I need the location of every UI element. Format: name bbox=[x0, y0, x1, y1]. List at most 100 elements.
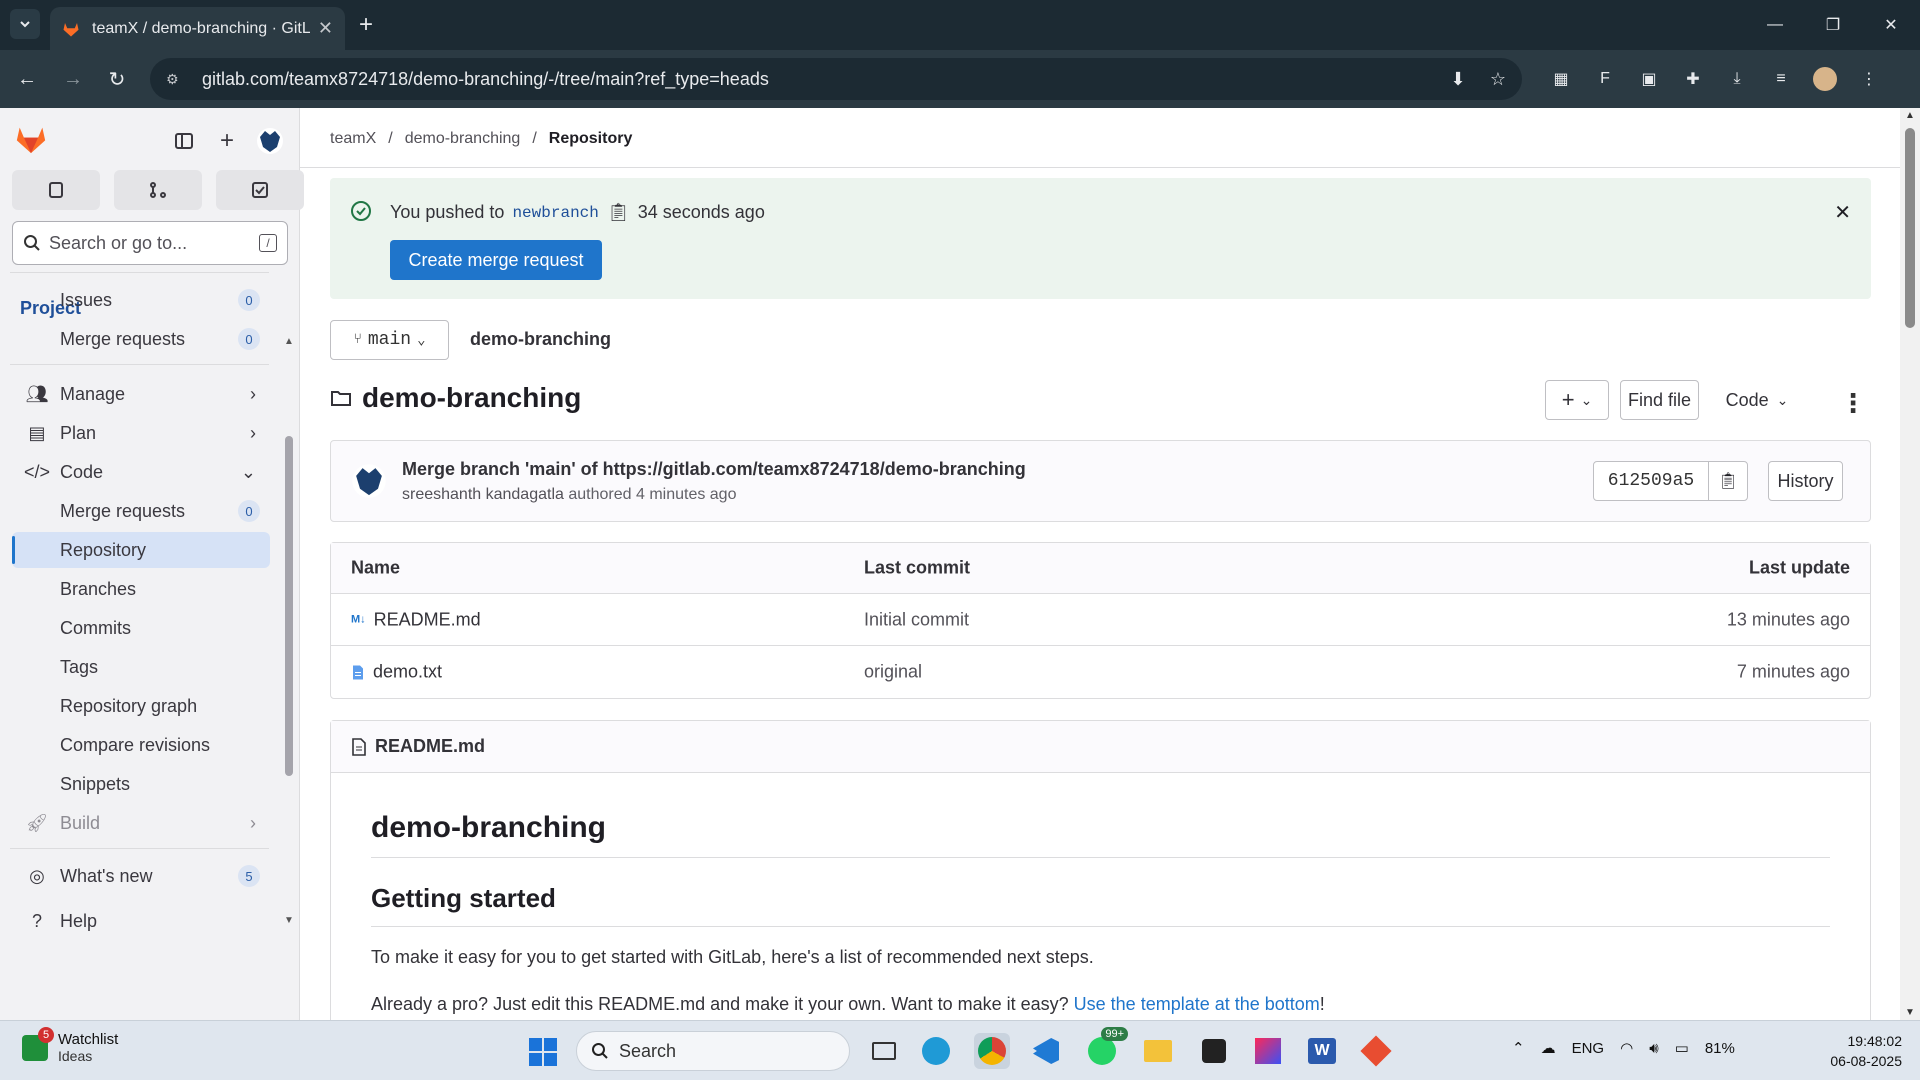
alert-branch[interactable]: newbranch bbox=[512, 204, 598, 222]
app-cube-icon[interactable] bbox=[1196, 1033, 1232, 1069]
forward-button[interactable]: → bbox=[58, 64, 88, 94]
extension-icon[interactable]: ▦ bbox=[1546, 64, 1576, 94]
file-name[interactable]: demo.txt bbox=[373, 662, 442, 683]
user-avatar[interactable] bbox=[254, 125, 286, 157]
copy-branch-icon[interactable]: 📋︎ bbox=[607, 202, 630, 223]
sidebar-item-compare-revisions[interactable]: Compare revisions bbox=[12, 727, 270, 763]
sidebar-item-issues[interactable]: Issues 0 bbox=[12, 282, 270, 318]
wifi-icon[interactable]: ◠ bbox=[1620, 1039, 1633, 1057]
file-tree-table: Name Last commit Last update M↓ README.md… bbox=[330, 542, 1871, 699]
site-info-icon[interactable]: ⚙ bbox=[166, 71, 188, 88]
close-tab-icon[interactable]: ✕ bbox=[318, 18, 333, 39]
project-path-link[interactable]: demo-branching bbox=[470, 329, 611, 350]
more-actions-icon[interactable]: ⋮ bbox=[1840, 388, 1866, 419]
install-app-icon[interactable]: ⬇ bbox=[1446, 69, 1470, 90]
create-merge-request-button[interactable]: Create merge request bbox=[390, 240, 602, 280]
sidebar-item-plan[interactable]: ▤ Plan › bbox=[12, 415, 270, 451]
onedrive-icon[interactable]: ☁ bbox=[1541, 1039, 1556, 1057]
todo-shortcut-button[interactable] bbox=[216, 170, 304, 210]
tray-expand-icon[interactable]: ⌃ bbox=[1512, 1039, 1525, 1057]
minimize-button[interactable]: — bbox=[1746, 0, 1804, 50]
help-link[interactable]: ? Help bbox=[12, 903, 270, 939]
extension-f-icon[interactable]: F bbox=[1590, 64, 1620, 94]
media-control-icon[interactable]: ≡ bbox=[1766, 64, 1796, 94]
gitlab-logo-icon[interactable] bbox=[14, 122, 48, 156]
taskbar-search[interactable]: Search bbox=[576, 1031, 850, 1071]
readme-filename[interactable]: README.md bbox=[375, 736, 485, 757]
windows-start-icon[interactable] bbox=[528, 1037, 558, 1067]
sidebar-item-snippets[interactable]: Snippets bbox=[12, 766, 270, 802]
sidebar-item-tags[interactable]: Tags bbox=[12, 649, 270, 685]
chevron-down-icon bbox=[20, 21, 30, 28]
sidebar-item-manage[interactable]: 👥︎ Manage › bbox=[12, 376, 270, 412]
history-button[interactable]: History bbox=[1768, 461, 1843, 501]
sidebar-item-code-merge-requests[interactable]: Merge requests 0 bbox=[12, 493, 270, 529]
commit-author[interactable]: sreeshanth kandagatla bbox=[402, 486, 564, 503]
issues-shortcut-button[interactable] bbox=[12, 170, 100, 210]
find-file-button[interactable]: Find file bbox=[1620, 380, 1699, 420]
maximize-button[interactable]: ❐ bbox=[1804, 0, 1862, 50]
whatsapp-icon[interactable]: 99+ bbox=[1084, 1027, 1128, 1069]
back-button[interactable]: ← bbox=[12, 64, 42, 94]
branch-selector[interactable]: ⑂ main ⌄ bbox=[330, 320, 449, 360]
code-dropdown-button[interactable]: Code ⌄ bbox=[1709, 380, 1805, 420]
word-icon[interactable]: W bbox=[1304, 1033, 1340, 1069]
breadcrumb-group[interactable]: teamX bbox=[330, 130, 376, 148]
sidebar-item-commits[interactable]: Commits bbox=[12, 610, 270, 646]
add-file-dropdown[interactable]: + ⌄ bbox=[1545, 380, 1609, 420]
task-view-icon[interactable] bbox=[866, 1033, 902, 1069]
search-placeholder: Search or go to... bbox=[49, 232, 188, 253]
sidebar-item-repository[interactable]: Repository bbox=[12, 532, 270, 568]
clock[interactable]: 19:48:02 06-08-2025 bbox=[1830, 1031, 1902, 1071]
sidebar-scrollbar[interactable]: ▲ ▼ bbox=[282, 336, 296, 926]
edge-icon[interactable] bbox=[918, 1033, 954, 1069]
tab-search-button[interactable] bbox=[10, 9, 40, 39]
volume-icon[interactable]: 🔊︎ bbox=[1649, 1040, 1658, 1057]
merge-requests-shortcut-button[interactable] bbox=[114, 170, 202, 210]
scroll-down-icon[interactable]: ▼ bbox=[284, 915, 294, 926]
toggle-sidebar-icon[interactable] bbox=[168, 125, 200, 157]
whats-new-link[interactable]: ◎ What's new 5 bbox=[12, 858, 270, 894]
sidebar-item-code[interactable]: </> Code ⌄ bbox=[12, 454, 270, 490]
profile-avatar[interactable] bbox=[1810, 64, 1840, 94]
new-tab-button[interactable]: + bbox=[352, 11, 380, 39]
widgets-watchlist[interactable]: 5 Watchlist Ideas bbox=[22, 1026, 118, 1064]
check-circle-icon bbox=[351, 201, 371, 221]
address-bar[interactable]: ⚙ gitlab.com/teamx8724718/demo-branching… bbox=[150, 58, 1522, 100]
copy-sha-icon[interactable]: 📋︎ bbox=[1708, 461, 1748, 501]
vscode-icon[interactable] bbox=[1028, 1033, 1064, 1069]
search-input[interactable]: Search or go to... / bbox=[12, 221, 288, 265]
file-last-commit[interactable]: Initial commit bbox=[864, 609, 969, 630]
extension-cast-icon[interactable]: ▣ bbox=[1634, 64, 1664, 94]
bookmark-star-icon[interactable]: ☆ bbox=[1486, 69, 1510, 90]
sidebar-item-merge-requests[interactable]: Merge requests 0 bbox=[12, 321, 270, 357]
browser-menu-icon[interactable]: ⋮ bbox=[1854, 64, 1884, 94]
file-name[interactable]: README.md bbox=[374, 609, 481, 630]
commit-sha[interactable]: 612509a5 bbox=[1593, 461, 1709, 501]
scroll-up-icon[interactable]: ▲ bbox=[284, 336, 294, 347]
breadcrumb-project[interactable]: demo-branching bbox=[405, 130, 521, 148]
close-icon[interactable]: ✕ bbox=[1834, 200, 1851, 225]
file-last-commit[interactable]: original bbox=[864, 662, 922, 683]
reload-button[interactable]: ↻ bbox=[102, 64, 132, 94]
page-scrollbar[interactable]: ▲ ▼ bbox=[1900, 108, 1920, 1020]
push-alert: You pushed to newbranch 📋︎ 34 seconds ag… bbox=[330, 178, 1871, 299]
extensions-puzzle-icon[interactable]: ✚ bbox=[1678, 64, 1708, 94]
sidebar-item-repository-graph[interactable]: Repository graph bbox=[12, 688, 270, 724]
intellij-icon[interactable] bbox=[1250, 1033, 1286, 1069]
sidebar-item-branches[interactable]: Branches bbox=[12, 571, 270, 607]
template-link[interactable]: Use the template at the bottom bbox=[1074, 994, 1320, 1014]
close-window-button[interactable]: ✕ bbox=[1862, 0, 1920, 50]
downloads-icon[interactable]: ⤓ bbox=[1722, 64, 1752, 94]
system-tray: ⌃ ☁ ENG ◠ 🔊︎ ▭ 81% bbox=[1512, 1039, 1735, 1058]
browser-tab[interactable]: teamX / demo-branching · GitL ✕ bbox=[50, 7, 345, 50]
create-new-icon[interactable]: + bbox=[211, 125, 243, 157]
breadcrumb-current[interactable]: Repository bbox=[549, 130, 633, 148]
chrome-icon[interactable] bbox=[974, 1033, 1010, 1069]
file-explorer-icon[interactable] bbox=[1140, 1033, 1176, 1069]
battery-icon[interactable]: ▭ bbox=[1675, 1039, 1689, 1057]
language-indicator[interactable]: ENG bbox=[1572, 1040, 1605, 1057]
git-icon[interactable] bbox=[1358, 1033, 1394, 1069]
commit-title[interactable]: Merge branch 'main' of https://gitlab.co… bbox=[402, 459, 1026, 480]
sidebar-item-build[interactable]: 🚀︎ Build › bbox=[12, 805, 270, 841]
